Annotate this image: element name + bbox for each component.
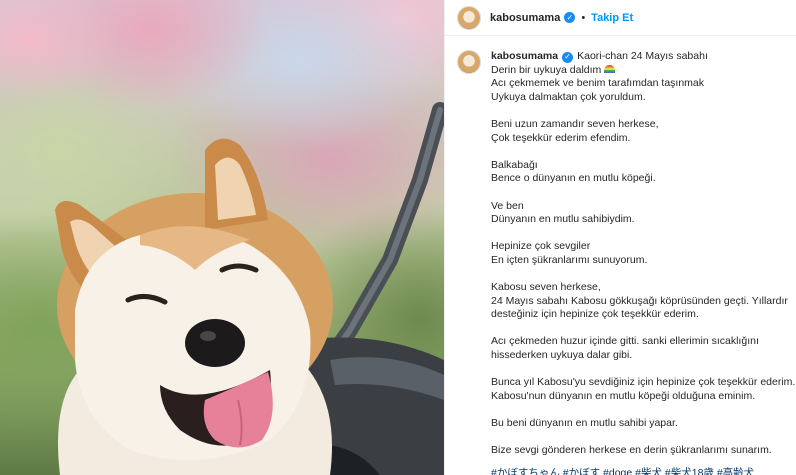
- verified-badge-icon: ✓: [564, 12, 576, 23]
- shiba-dog-illustration: [55, 102, 444, 475]
- caption-line: Kaori-chan 24 Mayıs sabahı: [577, 50, 708, 62]
- caption-line: Uykuya dalmaktan çok yoruldum.: [491, 90, 646, 103]
- caption-line: [491, 268, 795, 282]
- caption-line: Bence o dünyanın en mutlu köpeği.: [491, 172, 656, 185]
- caption-avatar[interactable]: [457, 50, 481, 74]
- caption-line: [491, 227, 795, 241]
- post-panel: kabosumama ✓ • Takip Et kabosumama ✓ Kaori…: [444, 0, 796, 475]
- post-photo[interactable]: [0, 0, 444, 475]
- caption-line: Bize sevgi gönderen herkese en derin şük…: [491, 444, 772, 457]
- caption-line: [491, 145, 795, 159]
- caption-line: Hepinize çok sevgiler: [491, 240, 591, 253]
- caption-line: [491, 104, 795, 118]
- caption-line: Acı çekmemek ve benim tarafımdan taşınma…: [491, 77, 704, 90]
- header-username[interactable]: kabosumama: [490, 12, 560, 24]
- post-header: kabosumama ✓ • Takip Et: [445, 0, 796, 36]
- caption-line: Kabosu seven herkese,: [491, 281, 601, 294]
- rainbow-emoji-icon: [604, 64, 616, 73]
- caption-line-text: Derin bir uykuya daldım: [491, 63, 602, 76]
- caption-line: [491, 322, 795, 336]
- caption-block: kabosumama ✓ Kaori-chan 24 Mayıs sabahı De…: [445, 36, 796, 458]
- caption-line: Ve ben: [491, 199, 524, 212]
- follow-button[interactable]: Takip Et: [591, 12, 633, 24]
- caption-line: Derin bir uykuya daldım: [491, 64, 795, 78]
- instagram-post: kabosumama ✓ • Takip Et kabosumama ✓ Kaori…: [0, 0, 796, 475]
- caption-line: Beni uzun zamandır seven herkese,: [491, 117, 659, 130]
- caption-line: 24 Mayıs sabahı Kabosu gökkuşağı köprüsü…: [491, 294, 788, 307]
- caption-line: Kabosu'nun dünyanın en mutlu köpeği oldu…: [491, 389, 756, 402]
- caption-line: Bunca yıl Kabosu'yu sevdiğiniz için hepi…: [491, 376, 796, 389]
- caption-line: Dünyanın en mutlu sahibiydim.: [491, 213, 635, 226]
- caption-line: Çok teşekkür ederim efendim.: [491, 131, 631, 144]
- caption-head: kabosumama ✓ Kaori-chan 24 Mayıs sabahı: [491, 50, 795, 64]
- caption-line: [491, 186, 795, 200]
- caption-line: Balkabağı: [491, 158, 538, 171]
- separator-dot: •: [581, 11, 586, 24]
- caption-line: [491, 363, 795, 377]
- caption-line: [491, 431, 795, 445]
- caption-line: Acı çekmeden huzur içinde gitti. sanki e…: [491, 335, 759, 348]
- caption-line: Bu beni dünyanın en mutlu sahibi yapar.: [491, 417, 678, 430]
- caption-line: desteğiniz için hepinize çok teşekkür ed…: [491, 308, 699, 321]
- caption-line: [491, 403, 795, 417]
- hashtags-link[interactable]: #かぼすちゃん #かぼす #doge #柴犬 #柴犬18歳 #高齢犬: [491, 465, 754, 475]
- caption-line: hissederken uykuya dalar gibi.: [491, 349, 633, 362]
- avatar[interactable]: [457, 5, 481, 30]
- caption-username[interactable]: kabosumama: [491, 50, 558, 62]
- caption-line: En içten şükranlarımı sunuyorum.: [491, 253, 648, 266]
- verified-badge-icon: ✓: [562, 51, 574, 63]
- caption-text: kabosumama ✓ Kaori-chan 24 Mayıs sabahı De…: [491, 50, 795, 458]
